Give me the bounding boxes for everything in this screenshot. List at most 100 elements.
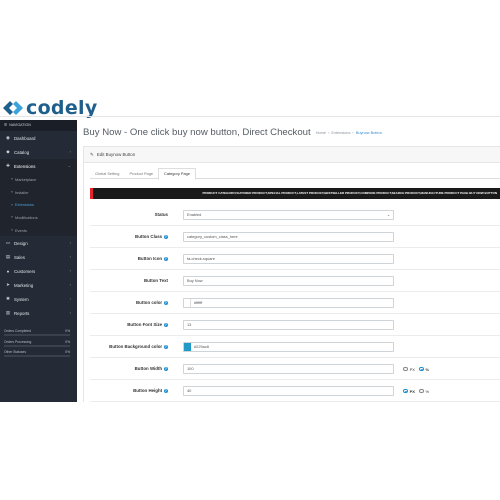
sidebar-item-label: Design [14,240,28,246]
sidebar-subitem-label: Modifications [14,214,38,220]
sidebar-item-design[interactable]: ▭ Design › [0,236,77,250]
form-row-button-color: Button color? #ffffff [90,292,500,314]
stat-label: Orders Completed [4,329,31,333]
dashboard-icon: ◉ [6,135,10,140]
button-icon-input[interactable]: fa-check-square [183,254,394,264]
chevron-right-icon: › [69,240,71,246]
form-row-status: Status Enabled ⌄ [90,204,500,226]
sidebar-item-label: Marketing [14,282,34,288]
color-swatch[interactable] [184,343,191,351]
chevron-right-icon: › [69,310,71,316]
sidebar-item-label: Reports [14,310,30,316]
button-bg-color-value: #229ac8 [194,344,209,349]
sidebar-item-label: Sales [14,254,25,260]
stat-value: 0% [65,350,70,354]
panel-heading: ✎ Edit Buynow Button [84,147,500,163]
sidebar-subitem-marketplace[interactable]: » Marketplace [0,173,77,186]
button-bg-color-label: Button Background color? [109,336,168,358]
sidebar-item-marketing[interactable]: ➤ Marketing › [0,278,77,292]
button-bg-color-input[interactable]: #229ac8 [183,342,394,352]
sidebar-subitem-modifications[interactable]: » Modifications [0,211,77,224]
sidebar-subitem-events[interactable]: » Events [0,223,77,237]
radio-px[interactable] [403,388,408,394]
help-icon[interactable]: ? [163,322,168,328]
info-banner: PRODUCT CATEGORY,FEATURED PRODUCT,SPECIA… [90,188,500,199]
arrow-right-icon: » [11,202,13,207]
form-row-button-bg-color: Button Background color? #229ac8 [90,336,500,358]
stat-value: 0% [65,339,70,344]
form-row-button-font-size: Button Font Size? 13 [90,314,500,336]
radio-percent[interactable] [418,366,424,372]
sidebar-item-system[interactable]: ✱ System › [0,292,77,306]
chevron-right-icon: › [69,282,71,288]
button-width-unit: PX % [403,364,431,374]
form-row-button-icon: Button Icon? fa-check-square [90,248,500,270]
label-text: Button Height [133,388,163,393]
button-width-label: Button Width? [135,358,168,380]
label-text: Button Font Size [127,322,163,327]
tag-icon: ◆ [6,149,10,154]
stat-orders-processing: Orders Processing 0% [4,340,70,347]
label-text: Button Width [134,366,163,371]
status-label: Status [154,212,168,217]
chevron-right-icon: › [69,149,71,154]
help-icon[interactable]: ? [163,234,168,240]
sidebar-item-label: Catalog [14,149,30,155]
header-divider [0,116,500,117]
tab-global-setting[interactable]: Global Setting [90,168,124,178]
button-class-input[interactable]: category_custom_class_here [183,232,394,242]
stat-value: 0% [65,329,70,333]
help-icon[interactable]: ? [163,344,168,350]
help-icon[interactable]: ? [163,366,168,372]
button-height-label: Button Height? [133,380,168,402]
arrow-right-icon: » [11,215,13,220]
breadcrumb-current[interactable]: Buynow Button [356,130,382,135]
sidebar-subitem-label: Events [14,227,27,233]
radio-px[interactable] [403,366,408,372]
sidebar-subitem-extensions[interactable]: » Extensions [0,198,77,212]
button-font-size-input[interactable]: 13 [183,320,394,330]
sidebar-item-customers[interactable]: ● Customers › [0,264,77,278]
sidebar-subitem-installer[interactable]: » Installer [0,185,77,199]
button-width-input[interactable]: 100 [183,364,394,374]
sidebar-subitem-label: Marketplace [14,176,37,182]
sidebar-item-extensions[interactable]: ✚ Extensions ⌄ [0,159,77,173]
edit-panel: ✎ Edit Buynow Button Global Setting Prod… [83,146,500,402]
breadcrumb: Home › Extensions › Buynow Button [316,130,382,135]
radio-percent-label: % [425,366,430,372]
help-icon[interactable]: ? [163,388,168,394]
button-height-input[interactable]: 40 [183,386,394,396]
user-icon: ● [6,268,10,274]
sidebar-item-label: Customers [14,268,36,274]
help-icon[interactable]: ? [163,300,168,306]
tab-product-page[interactable]: Product Page [124,168,158,178]
sidebar-item-reports[interactable]: ▥ Reports › [0,306,77,320]
sidebar-item-label: System [14,296,29,302]
button-text-input[interactable]: Buy Now [183,276,394,286]
pencil-icon: ✎ [90,151,94,157]
tab-category-page[interactable]: Category Page [158,168,196,180]
gear-icon: ✱ [6,296,10,302]
sidebar-item-sales[interactable]: ▤ Sales › [0,250,77,264]
button-icon-label: Button Icon? [138,248,168,270]
breadcrumb-home[interactable]: Home [316,130,326,135]
radio-percent[interactable] [418,388,424,394]
sidebar-item-catalog[interactable]: ◆ Catalog › [0,145,77,159]
button-color-input[interactable]: #ffffff [183,298,394,308]
button-class-label: Button Class? [135,226,168,248]
sidebar-item-dashboard[interactable]: ◉ Dashboard [0,131,77,145]
cart-icon: ▤ [5,254,11,260]
status-select[interactable]: Enabled ⌄ [183,210,394,220]
breadcrumb-extensions[interactable]: Extensions [331,130,350,135]
tab-bar: Global Setting Product Page Category Pag… [90,168,500,180]
sidebar-item-label: Extensions [14,163,36,169]
puzzle-icon: ✚ [6,163,10,168]
main-content: Buy Now - One click buy now button, Dire… [77,120,500,402]
status-select-value: Enabled [187,212,202,217]
help-icon[interactable]: ? [163,256,168,262]
progress-bar [4,355,70,357]
share-icon: ➤ [6,282,10,288]
sidebar-subitem-label: Extensions [14,202,34,208]
color-swatch[interactable] [184,299,191,307]
stat-other-statuses: Other Statuses 0% [4,350,70,357]
